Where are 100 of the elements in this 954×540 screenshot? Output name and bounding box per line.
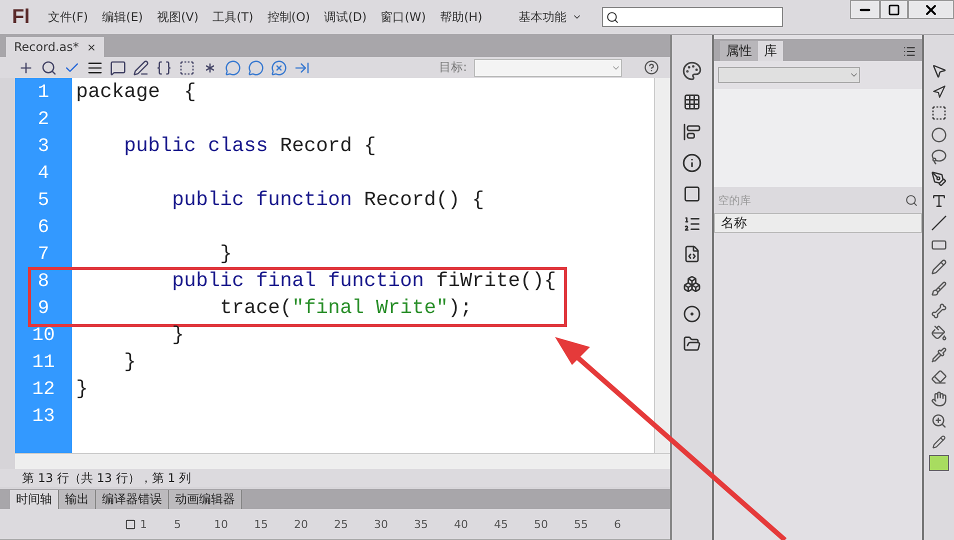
fill-color-swatch[interactable] [929, 455, 949, 471]
line-number: 2 [36, 108, 50, 132]
line-number: 5 [36, 189, 50, 213]
stroke-icon[interactable] [932, 435, 946, 449]
help-icon[interactable] [644, 60, 659, 75]
frame-number: 40 [454, 518, 469, 530]
eyedropper-icon[interactable] [931, 347, 947, 363]
search-icon [606, 10, 620, 24]
frame-number: 1 [140, 518, 148, 530]
frame-number: 25 [334, 518, 349, 530]
target-label: 目标: [438, 59, 467, 76]
frame-number: 5 [174, 518, 182, 530]
info-icon[interactable] [682, 153, 702, 173]
close-icon[interactable]: × [86, 40, 96, 54]
frame-number: 50 [534, 518, 549, 530]
maximize-icon [888, 4, 900, 16]
panel-tab[interactable]: 库 [758, 41, 783, 61]
frame-number: 45 [494, 518, 509, 530]
menu-item[interactable]: 帮助(H) [440, 8, 482, 26]
brush-icon[interactable] [931, 281, 947, 297]
comment-icon[interactable] [248, 60, 264, 76]
search-icon[interactable] [905, 194, 918, 206]
menu-item[interactable]: 视图(V) [157, 8, 199, 26]
vertical-scrollbar[interactable] [654, 78, 670, 453]
code-line: public final function fiWrite(){ [171, 270, 556, 295]
bucket-icon[interactable] [931, 325, 947, 341]
close-button[interactable] [908, 0, 954, 19]
line-number: 7 [36, 243, 50, 267]
horizontal-scrollbar[interactable] [15, 453, 670, 469]
outline-icon[interactable] [125, 518, 136, 530]
menu-item[interactable]: 调试(D) [324, 8, 367, 26]
search-icon[interactable] [41, 60, 57, 76]
pointer-icon[interactable] [931, 63, 947, 79]
minimize-button[interactable] [850, 0, 880, 19]
panel-tab[interactable]: 编译器错误 [96, 490, 169, 509]
pen-icon[interactable] [133, 60, 149, 76]
folder-icon[interactable] [683, 335, 701, 353]
library-status: 空的库 [718, 192, 751, 208]
status-bar: 第 13 行（共 13 行），第 1 列 [0, 469, 670, 487]
pen-icon[interactable] [931, 171, 947, 187]
maximize-button[interactable] [880, 0, 908, 19]
code-snippet-icon[interactable] [683, 245, 701, 263]
code-line: } [75, 378, 88, 403]
app-logo: Fl [12, 6, 30, 28]
dashed-square-icon[interactable] [179, 60, 195, 76]
palette-icon[interactable] [682, 61, 702, 81]
comment-icon[interactable] [225, 60, 241, 76]
document-tab[interactable]: Record.as* × [6, 37, 104, 57]
menu-item[interactable]: 窗口(W) [380, 8, 426, 26]
line-number: 13 [31, 405, 56, 429]
comment-remove-icon[interactable] [271, 60, 287, 76]
frame-number: 10 [214, 518, 229, 530]
align-icon[interactable] [683, 123, 701, 141]
panel-tab[interactable]: 动画编辑器 [169, 490, 242, 509]
panel-tab[interactable]: 输出 [59, 490, 96, 509]
grid-icon[interactable] [683, 93, 701, 111]
line-number: 3 [36, 135, 50, 159]
frame-number: 35 [414, 518, 429, 530]
bone-icon[interactable] [931, 303, 947, 319]
line-number: 4 [36, 162, 50, 186]
line-icon[interactable] [931, 215, 947, 231]
braces-icon[interactable] [156, 60, 172, 76]
workspace-dropdown[interactable]: 基本功能 [510, 8, 590, 26]
code-line: public class Record { [123, 135, 376, 160]
add-icon[interactable] [18, 60, 34, 76]
frame-number: 15 [254, 518, 269, 530]
line-number: 9 [36, 297, 50, 321]
code-line: } [123, 351, 136, 376]
code-line: public function Record() { [171, 189, 484, 214]
line-number: 6 [36, 216, 50, 240]
menu-item[interactable]: 工具(T) [212, 8, 254, 26]
eraser-icon[interactable] [931, 369, 947, 385]
line-number: 12 [31, 378, 56, 402]
lines-icon[interactable] [87, 60, 103, 76]
line-number: 10 [31, 324, 56, 348]
lasso-icon[interactable] [931, 149, 947, 165]
code-line: trace("final Write"); [219, 297, 472, 322]
search-field[interactable] [602, 7, 784, 27]
menu-item[interactable]: 文件(F) [48, 8, 88, 26]
frame-number: 6 [614, 518, 622, 530]
menu-item[interactable]: 编辑(E) [102, 8, 143, 26]
text-icon[interactable] [931, 193, 947, 209]
code-line: package { [75, 81, 196, 106]
code-line: } [171, 324, 184, 349]
panel-tab[interactable]: 时间轴 [10, 490, 59, 509]
line-number: 1 [36, 81, 50, 105]
panel-tab[interactable]: 属性 [720, 41, 758, 61]
pencil-icon[interactable] [931, 259, 947, 275]
line-number: 11 [31, 351, 56, 375]
collapse-icon[interactable] [294, 60, 310, 76]
code-line: } [219, 243, 232, 268]
column-header[interactable]: 名称 [714, 213, 922, 233]
comment-icon[interactable] [110, 60, 126, 76]
menu-item[interactable]: 控制(O) [267, 8, 310, 26]
zoom-icon[interactable] [931, 413, 947, 429]
menu-icon[interactable] [903, 45, 916, 58]
hand-icon[interactable] [931, 391, 947, 407]
frame-number: 55 [574, 518, 589, 530]
components-icon[interactable] [683, 275, 701, 293]
frame-number: 30 [374, 518, 389, 530]
